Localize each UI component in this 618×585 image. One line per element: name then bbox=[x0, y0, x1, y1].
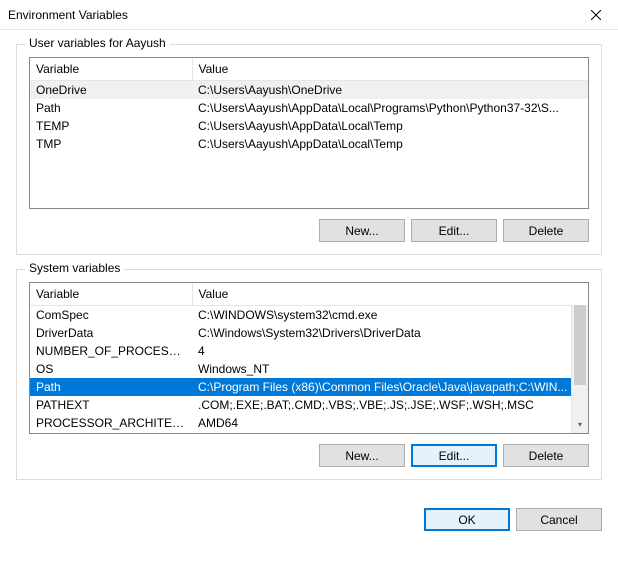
system-col-variable[interactable]: Variable bbox=[30, 283, 192, 305]
table-row[interactable]: NUMBER_OF_PROCESSORS4 bbox=[30, 342, 588, 360]
system-table-container: Variable Value ComSpecC:\WINDOWS\system3… bbox=[29, 282, 589, 434]
cell-variable: PROCESSOR_ARCHITECTURE bbox=[30, 414, 192, 432]
user-group-label: User variables for Aayush bbox=[25, 36, 170, 50]
table-row[interactable]: TMPC:\Users\Aayush\AppData\Local\Temp bbox=[30, 135, 588, 153]
scrollbar-down-arrow[interactable]: ▾ bbox=[572, 416, 588, 433]
cell-variable: PATHEXT bbox=[30, 396, 192, 414]
cell-value: C:\Users\Aayush\AppData\Local\Temp bbox=[192, 117, 588, 135]
user-delete-button[interactable]: Delete bbox=[503, 219, 589, 242]
user-variables-table[interactable]: Variable Value OneDriveC:\Users\Aayush\O… bbox=[30, 58, 588, 153]
cell-value: C:\WINDOWS\system32\cmd.exe bbox=[192, 305, 588, 324]
cell-value: C:\Users\Aayush\OneDrive bbox=[192, 80, 588, 99]
system-delete-button[interactable]: Delete bbox=[503, 444, 589, 467]
table-row[interactable]: PathC:\Users\Aayush\AppData\Local\Progra… bbox=[30, 99, 588, 117]
close-button[interactable] bbox=[573, 0, 618, 30]
cell-variable: TEMP bbox=[30, 117, 192, 135]
cell-variable: DriverData bbox=[30, 324, 192, 342]
system-scrollbar[interactable]: ▾ bbox=[571, 305, 588, 433]
system-new-button[interactable]: New... bbox=[319, 444, 405, 467]
cell-variable: ComSpec bbox=[30, 305, 192, 324]
user-new-button[interactable]: New... bbox=[319, 219, 405, 242]
window-title: Environment Variables bbox=[8, 8, 573, 22]
system-button-row: New... Edit... Delete bbox=[29, 444, 589, 467]
cell-value: 4 bbox=[192, 342, 588, 360]
cell-value: AMD64 bbox=[192, 414, 588, 432]
cell-value: .COM;.EXE;.BAT;.CMD;.VBS;.VBE;.JS;.JSE;.… bbox=[192, 396, 588, 414]
scrollbar-thumb[interactable] bbox=[574, 305, 586, 385]
user-button-row: New... Edit... Delete bbox=[29, 219, 589, 242]
cell-value: C:\Users\Aayush\AppData\Local\Temp bbox=[192, 135, 588, 153]
user-col-value[interactable]: Value bbox=[192, 58, 588, 80]
cell-variable: Path bbox=[30, 378, 192, 396]
user-table-container: Variable Value OneDriveC:\Users\Aayush\O… bbox=[29, 57, 589, 209]
table-row[interactable]: PathC:\Program Files (x86)\Common Files\… bbox=[30, 378, 588, 396]
table-row[interactable]: PROCESSOR_ARCHITECTUREAMD64 bbox=[30, 414, 588, 432]
table-row[interactable]: OneDriveC:\Users\Aayush\OneDrive bbox=[30, 80, 588, 99]
table-row[interactable]: PATHEXT.COM;.EXE;.BAT;.CMD;.VBS;.VBE;.JS… bbox=[30, 396, 588, 414]
user-edit-button[interactable]: Edit... bbox=[411, 219, 497, 242]
dialog-content: User variables for Aayush Variable Value… bbox=[0, 30, 618, 504]
table-row[interactable]: OSWindows_NT bbox=[30, 360, 588, 378]
titlebar: Environment Variables bbox=[0, 0, 618, 30]
cell-variable: Path bbox=[30, 99, 192, 117]
user-variables-group: User variables for Aayush Variable Value… bbox=[16, 44, 602, 255]
cell-variable: OS bbox=[30, 360, 192, 378]
table-row[interactable]: TEMPC:\Users\Aayush\AppData\Local\Temp bbox=[30, 117, 588, 135]
ok-button[interactable]: OK bbox=[424, 508, 510, 531]
cell-variable: NUMBER_OF_PROCESSORS bbox=[30, 342, 192, 360]
cell-variable: OneDrive bbox=[30, 80, 192, 99]
system-group-label: System variables bbox=[25, 261, 124, 275]
cancel-button[interactable]: Cancel bbox=[516, 508, 602, 531]
cell-variable: TMP bbox=[30, 135, 192, 153]
user-col-variable[interactable]: Variable bbox=[30, 58, 192, 80]
cell-value: C:\Program Files (x86)\Common Files\Orac… bbox=[192, 378, 588, 396]
table-row[interactable]: ComSpecC:\WINDOWS\system32\cmd.exe bbox=[30, 305, 588, 324]
cell-value: C:\Users\Aayush\AppData\Local\Programs\P… bbox=[192, 99, 588, 117]
system-variables-table[interactable]: Variable Value ComSpecC:\WINDOWS\system3… bbox=[30, 283, 588, 432]
close-icon bbox=[591, 10, 601, 20]
table-row[interactable]: DriverDataC:\Windows\System32\Drivers\Dr… bbox=[30, 324, 588, 342]
cell-value: C:\Windows\System32\Drivers\DriverData bbox=[192, 324, 588, 342]
system-edit-button[interactable]: Edit... bbox=[411, 444, 497, 467]
system-variables-group: System variables Variable Value ComSpecC… bbox=[16, 269, 602, 480]
dialog-button-row: OK Cancel bbox=[0, 504, 618, 541]
cell-value: Windows_NT bbox=[192, 360, 588, 378]
system-col-value[interactable]: Value bbox=[192, 283, 588, 305]
